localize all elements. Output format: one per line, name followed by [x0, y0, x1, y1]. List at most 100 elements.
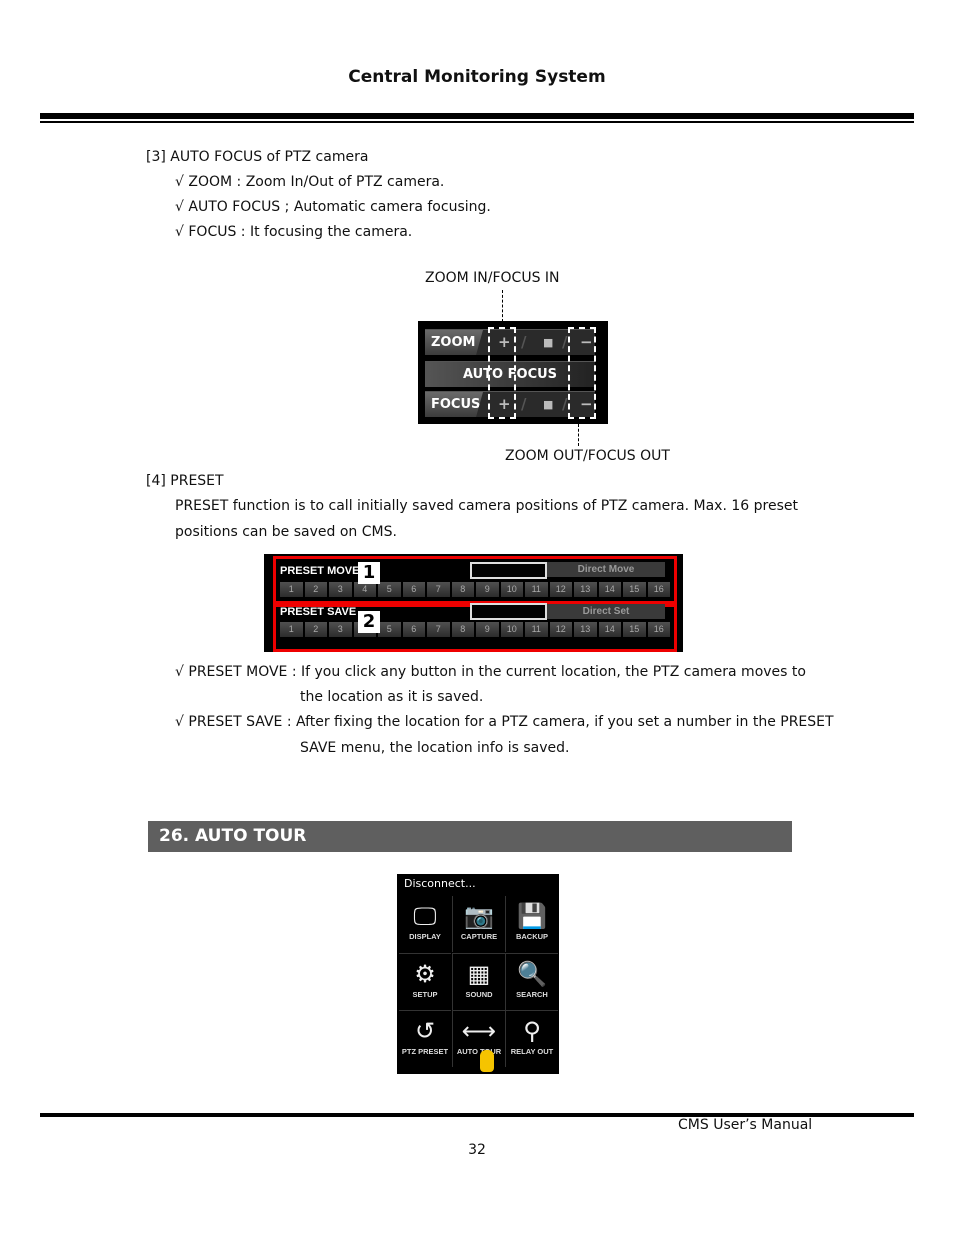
- menu-item-sound[interactable]: ▦ SOUND: [452, 953, 505, 1010]
- preset-button-14[interactable]: 14: [598, 622, 621, 637]
- preset-button-2[interactable]: 2: [304, 622, 327, 637]
- preset-button-7[interactable]: 7: [427, 622, 450, 637]
- bullet: √ FOCUS : It focusing the camera.: [175, 224, 413, 240]
- menu-item-label: AUTO TOUR: [456, 1047, 502, 1056]
- menu-item-label: PTZ PRESET: [401, 1047, 449, 1056]
- bullet: √ AUTO FOCUS ; Automatic camera focusing…: [175, 199, 491, 215]
- preset-button-1[interactable]: 1: [280, 622, 303, 637]
- section3-heading: [3] AUTO FOCUS of PTZ camera: [146, 149, 369, 165]
- preset-move-input[interactable]: [470, 562, 547, 579]
- preset-button-7[interactable]: 7: [427, 582, 450, 597]
- menu-item-label: RELAY OUT: [510, 1047, 554, 1056]
- preset-panel: PRESET MOVE Direct Move 1 2 3 4 5 6 7 8 9 10 11 12 1…: [264, 554, 683, 652]
- preset-save-input[interactable]: [470, 603, 547, 620]
- magnifier-icon: 🔍: [517, 960, 547, 988]
- menu-item-label: SETUP: [412, 990, 438, 999]
- callout-1: 1: [358, 562, 380, 584]
- preset-button-15[interactable]: 15: [623, 622, 646, 637]
- header-rule-thin: [40, 121, 914, 123]
- preset-button-16[interactable]: 16: [647, 582, 670, 597]
- menu-item-backup[interactable]: 💾 BACKUP: [505, 896, 558, 952]
- hand-cursor-icon: [480, 1050, 494, 1072]
- floppy-icon: 💾: [517, 902, 547, 930]
- paragraph: positions can be saved on CMS.: [175, 524, 397, 540]
- menu-item-display[interactable]: 🖵 DISPLAY: [399, 896, 451, 952]
- callout-line: [502, 290, 503, 322]
- main-menu-panel: Disconnect... 🖵 DISPLAY 📷 CAPTURE 💾 BACKUP ⚙ SE…: [397, 874, 559, 1074]
- preset-button-12[interactable]: 12: [549, 582, 572, 597]
- menu-item-capture[interactable]: 📷 CAPTURE: [452, 896, 505, 952]
- preset-button-8[interactable]: 8: [451, 622, 474, 637]
- preset-button-1[interactable]: 1: [280, 582, 303, 597]
- preset-button-11[interactable]: 11: [525, 582, 548, 597]
- camera-icon: 📷: [464, 902, 494, 930]
- bullet: √ PRESET MOVE : If you click any button …: [175, 664, 806, 680]
- focus-label: FOCUS: [425, 392, 483, 417]
- bullet: √ PRESET SAVE : After fixing the locatio…: [175, 714, 834, 730]
- menu-item-search[interactable]: 🔍 SEARCH: [505, 953, 558, 1010]
- direct-move-button[interactable]: Direct Move: [547, 562, 665, 577]
- menu-item-auto-tour[interactable]: ⟷ AUTO TOUR: [452, 1010, 505, 1067]
- preset-button-3[interactable]: 3: [329, 622, 352, 637]
- separator: /: [521, 333, 527, 351]
- focus-control-panel: ZOOM + / ■ / − AUTO FOCUS FOCUS + / ■ / …: [418, 321, 608, 424]
- document-page: Central Monitoring System [3] AUTO FOCUS…: [0, 0, 954, 1235]
- separator: /: [521, 395, 527, 413]
- preset-move-buttons: 1 2 3 4 5 6 7 8 9 10 11 12 13 14 15 16: [280, 582, 670, 597]
- preset-save-buttons: 12345678910111213141516: [280, 622, 670, 637]
- menu-item-label: DISPLAY: [409, 932, 441, 941]
- bullet: √ ZOOM : Zoom In/Out of PTZ camera.: [175, 174, 445, 190]
- bullet-continued: SAVE menu, the location info is saved.: [300, 740, 570, 756]
- preset-button-6[interactable]: 6: [402, 582, 425, 597]
- preset-button-9[interactable]: 9: [476, 582, 499, 597]
- page-header-title: Central Monitoring System: [348, 67, 606, 87]
- preset-button-16[interactable]: 16: [647, 622, 670, 637]
- menu-item-label: SOUND: [465, 990, 493, 999]
- figure-label-top: ZOOM IN/FOCUS IN: [425, 270, 560, 286]
- preset-button-10[interactable]: 10: [500, 622, 523, 637]
- preset-button-2[interactable]: 2: [304, 582, 327, 597]
- preset-button-3[interactable]: 3: [329, 582, 352, 597]
- preset-button-15[interactable]: 15: [623, 582, 646, 597]
- preset-button-5[interactable]: 5: [378, 582, 401, 597]
- separator: /: [562, 333, 568, 351]
- highlight-out: [568, 327, 596, 419]
- bullet-continued: the location as it is saved.: [300, 689, 484, 705]
- footer-manual-title: CMS User’s Manual: [678, 1117, 813, 1133]
- menu-item-label: CAPTURE: [460, 932, 498, 941]
- callout-2: 2: [358, 611, 380, 633]
- preset-save-label: PRESET SAVE: [280, 606, 357, 618]
- paragraph: PRESET function is to call initially sav…: [175, 498, 798, 514]
- preset-button-11[interactable]: 11: [525, 622, 548, 637]
- preset-button-8[interactable]: 8: [451, 582, 474, 597]
- preset-button-4[interactable]: 4: [353, 582, 376, 597]
- menu-item-label: BACKUP: [515, 932, 549, 941]
- menu-item-setup[interactable]: ⚙ SETUP: [399, 953, 451, 1010]
- preset-button-13[interactable]: 13: [574, 582, 597, 597]
- preset-button-6[interactable]: 6: [402, 622, 425, 637]
- header-rule: [40, 113, 914, 119]
- zoom-stop-button[interactable]: ■: [543, 330, 553, 355]
- preset-button-5[interactable]: 5: [378, 622, 401, 637]
- callout-line: [578, 424, 579, 446]
- gear-icon: ⚙: [414, 960, 436, 988]
- page-number: 32: [468, 1142, 486, 1158]
- menu-item-relay-out[interactable]: ⚲ RELAY OUT: [505, 1010, 558, 1067]
- preset-button-12[interactable]: 12: [549, 622, 572, 637]
- monitor-icon: 🖵: [413, 902, 437, 930]
- highlight-in: [488, 327, 516, 419]
- preset-button-14[interactable]: 14: [598, 582, 621, 597]
- zoom-label: ZOOM: [425, 330, 483, 355]
- direct-set-button[interactable]: Direct Set: [547, 604, 665, 619]
- preset-button-10[interactable]: 10: [500, 582, 523, 597]
- rotate-icon: ↺: [414, 1017, 436, 1045]
- connection-status: Disconnect...: [404, 877, 476, 890]
- arrows-horizontal-icon: ⟷: [461, 1017, 497, 1045]
- separator: /: [562, 395, 568, 413]
- menu-item-label: SEARCH: [516, 990, 548, 999]
- section-header: 26. AUTO TOUR: [148, 821, 792, 852]
- menu-item-ptz-preset[interactable]: ↺ PTZ PRESET: [399, 1010, 451, 1067]
- focus-stop-button[interactable]: ■: [543, 392, 553, 417]
- preset-button-9[interactable]: 9: [476, 622, 499, 637]
- preset-button-13[interactable]: 13: [574, 622, 597, 637]
